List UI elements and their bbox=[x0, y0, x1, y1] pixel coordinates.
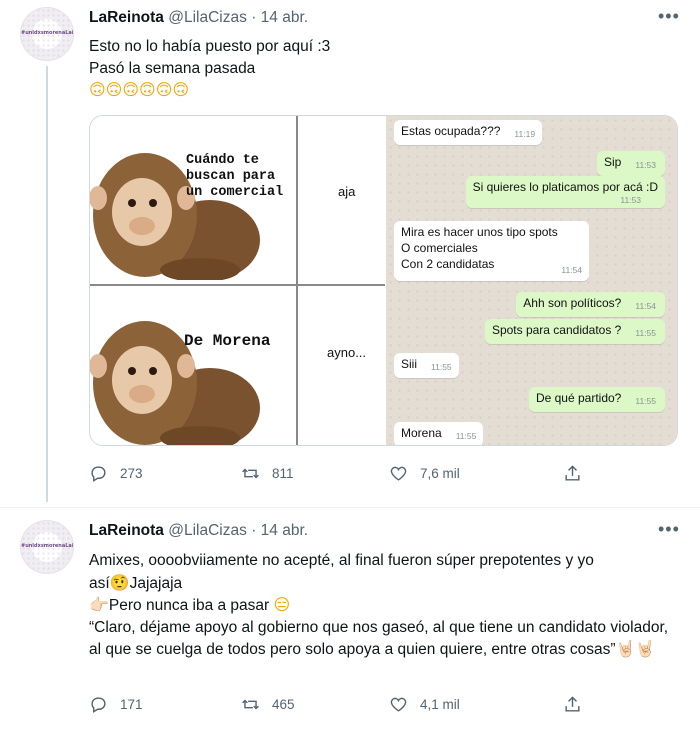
tweet-header: LaReinota @LilaCizas · 14 abr. bbox=[89, 8, 308, 28]
avatar-text: #unidxsmorenaLaLilaE bbox=[21, 543, 73, 549]
tweet-text-line: 👉🏻Pero nunca iba a pasar 😑 bbox=[89, 595, 291, 614]
chat-bubble-incoming: Mira es hacer unos tipo spots O comercia… bbox=[394, 221, 589, 281]
avatar[interactable]: #unidxsmorenaLaLilaE bbox=[20, 7, 74, 61]
meme-caption: De Morena bbox=[184, 332, 271, 350]
tweet-date[interactable]: 14 abr. bbox=[261, 522, 308, 539]
tweet-media[interactable]: Cuándo te buscan para un comercial aja D… bbox=[89, 115, 678, 446]
retweet-button[interactable]: 465 bbox=[241, 694, 295, 714]
pointing-right-emoji: 👉🏻 bbox=[89, 595, 109, 614]
chat-bubble-outgoing: Si quieres lo platicamos por acá :D 11:53 bbox=[465, 176, 665, 208]
sign-of-horns-emoji: 🤘🏻🤘🏻 bbox=[615, 639, 656, 658]
author-name[interactable]: LaReinota bbox=[89, 522, 164, 539]
tweet-text-line: “Claro, déjame apoyo al gobierno que nos… bbox=[89, 618, 669, 659]
author-handle[interactable]: @LilaCizas bbox=[168, 9, 247, 26]
like-count: 4,1 mil bbox=[420, 696, 460, 712]
tweet-text: Esto no lo había puesto por aquí :3 Pasó… bbox=[89, 36, 680, 102]
author-handle[interactable]: @LilaCizas bbox=[168, 522, 247, 539]
tweet-text-line: Amixes, oooobviiamente no acepté, al fin… bbox=[89, 552, 594, 569]
retweet-count: 465 bbox=[272, 696, 295, 712]
separator-dot: · bbox=[251, 9, 257, 26]
upside-down-face-emoji-row: 🙃🙃🙃🙃🙃🙃 bbox=[89, 80, 190, 99]
author-name[interactable]: LaReinota bbox=[89, 9, 164, 26]
reply-button[interactable]: 273 bbox=[89, 463, 143, 483]
chat-bubble-incoming: Estas ocupada??? 11:19 bbox=[394, 120, 543, 145]
expressionless-face-emoji: 😑 bbox=[273, 595, 291, 614]
tweet[interactable]: #unidxsmorenaLaLilaE LaReinota @LilaCiza… bbox=[0, 0, 700, 508]
avatar[interactable]: #unidxsmorenaLaLilaE bbox=[20, 520, 74, 574]
retweet-count: 811 bbox=[272, 465, 294, 481]
share-icon bbox=[565, 464, 580, 481]
meme-reply: aja bbox=[338, 184, 356, 199]
share-icon bbox=[565, 695, 580, 712]
reply-count: 171 bbox=[120, 696, 143, 712]
tweet[interactable]: #unidxsmorenaLaLilaE LaReinota @LilaCiza… bbox=[0, 508, 700, 733]
chat-bubble-outgoing: Sip 11:53 bbox=[597, 151, 665, 176]
heart-icon bbox=[390, 466, 407, 481]
avatar-text: #unidxsmorenaLaLilaE bbox=[21, 30, 73, 36]
tweet-text: Amixes, oooobviiamente no acepté, al fin… bbox=[89, 550, 680, 661]
tweet-text-line: así🤨Jajajaja bbox=[89, 572, 183, 592]
retweet-icon bbox=[242, 468, 259, 478]
thread-connector-line bbox=[46, 66, 48, 502]
chat-bubble-outgoing: Spots para candidatos ? 11:55 bbox=[484, 319, 665, 344]
tweet-header: LaReinota @LilaCizas · 14 abr. bbox=[89, 521, 308, 541]
separator-dot: · bbox=[251, 522, 257, 539]
retweet-icon bbox=[242, 699, 259, 709]
meme-reply: ayno... bbox=[327, 345, 367, 360]
tweet-text-line: Pasó la semana pasada bbox=[89, 59, 256, 77]
share-button[interactable] bbox=[563, 694, 582, 714]
plush-monkey-image bbox=[90, 321, 260, 445]
chat-bubble-outgoing: Ahh son políticos? 11:54 bbox=[516, 292, 665, 317]
meme-caption: Cuándo te buscan para un comercial bbox=[186, 153, 284, 200]
reply-count: 273 bbox=[120, 465, 143, 481]
heart-icon bbox=[390, 697, 407, 712]
tweet-date[interactable]: 14 abr. bbox=[261, 9, 308, 26]
like-button[interactable]: 7,6 mil bbox=[389, 463, 460, 483]
chat-bubble-outgoing: De qué partido? 11:55 bbox=[528, 387, 665, 412]
like-button[interactable]: 4,1 mil bbox=[389, 694, 460, 714]
reply-button[interactable]: 171 bbox=[89, 694, 143, 714]
tweet-actions: 273 811 7,6 mil bbox=[89, 463, 589, 483]
chat-screenshot: Estas ocupada??? 11:19 Sip 11:53 Si quiere… bbox=[386, 116, 677, 445]
meme-image: Cuándo te buscan para un comercial aja D… bbox=[90, 116, 385, 445]
like-count: 7,6 mil bbox=[420, 465, 460, 481]
chat-bubble-incoming: Morena 11:55 bbox=[394, 422, 484, 445]
reply-icon bbox=[91, 696, 106, 713]
more-horizontal-icon[interactable]: ••• bbox=[658, 520, 679, 543]
raised-eyebrow-emoji: 🤨 bbox=[109, 572, 130, 592]
tweet-text-line: Esto no lo había puesto por aquí :3 bbox=[89, 38, 331, 55]
tweet-actions: 171 465 4,1 mil bbox=[89, 694, 589, 714]
retweet-button[interactable]: 811 bbox=[241, 463, 294, 483]
chat-bubble-incoming: Siii 11:55 bbox=[394, 353, 459, 378]
more-horizontal-icon[interactable]: ••• bbox=[658, 7, 679, 30]
reply-icon bbox=[91, 465, 106, 482]
share-button[interactable] bbox=[563, 463, 582, 483]
